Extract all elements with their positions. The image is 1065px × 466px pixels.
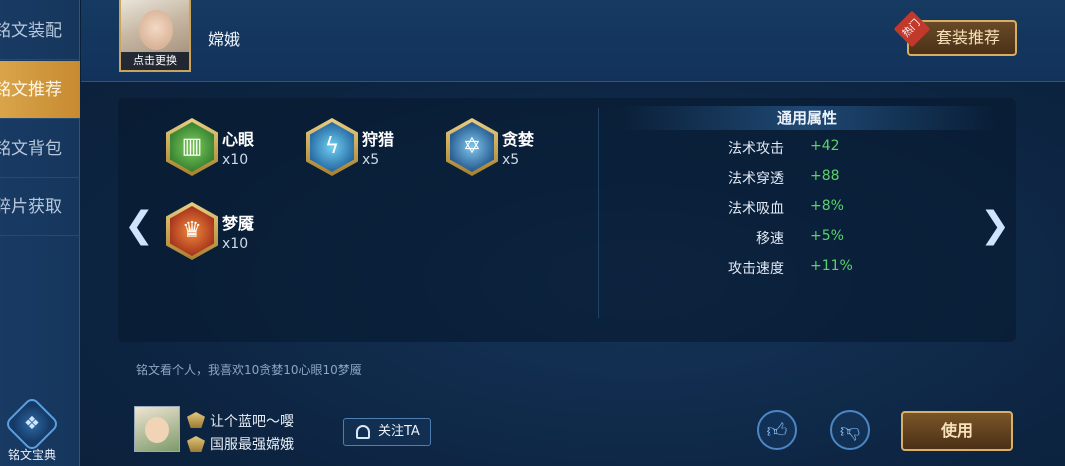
panel-divider bbox=[598, 108, 599, 318]
attribute-row: 攻击速度 +11% bbox=[618, 258, 996, 280]
attribute-key: 攻击速度 bbox=[728, 261, 784, 277]
attribute-row: 法术吸血 +8% bbox=[618, 198, 996, 220]
rune-name: 狩猎 bbox=[362, 130, 395, 149]
rune-name: 贪婪 bbox=[502, 130, 535, 149]
rank-badge-icon bbox=[187, 412, 205, 428]
change-hero-caption: 点击更换 bbox=[121, 52, 189, 70]
hero-portrait-button[interactable]: 点击更换 bbox=[119, 0, 191, 72]
title-badge-icon bbox=[187, 436, 205, 452]
thumbs-up-icon: 👍︎ bbox=[766, 418, 788, 442]
rune-count: x10 bbox=[222, 152, 249, 168]
attributes-title: 通用属性 bbox=[618, 106, 996, 130]
rune-codex-button[interactable]: ❖ 铭文宝典 bbox=[0, 395, 64, 466]
user-icon bbox=[356, 425, 370, 439]
header: 点击更换 嫦娥 套装推荐 热门 bbox=[81, 0, 1065, 82]
prev-arrow-icon[interactable]: ❮ bbox=[124, 206, 154, 246]
hero-avatar bbox=[139, 10, 173, 50]
heart-eye-rune-icon: ▥ bbox=[166, 118, 218, 176]
sidebar-item-rune-bag[interactable]: 铭文背包 bbox=[0, 120, 80, 178]
follow-button[interactable]: 关注TA bbox=[343, 418, 431, 446]
attribute-value: +8% bbox=[810, 198, 844, 214]
attribute-row: 法术攻击 +42 bbox=[618, 138, 996, 160]
attribute-key: 法术吸血 bbox=[728, 201, 784, 217]
rune-item[interactable]: ϟ 狩猎 x5 bbox=[306, 118, 446, 180]
attribute-key: 移速 bbox=[756, 231, 784, 247]
nightmare-rune-icon: ♛ bbox=[166, 202, 218, 260]
like-button[interactable]: 👍︎ bbox=[757, 410, 797, 450]
rune-count: x5 bbox=[362, 152, 380, 168]
dislike-button[interactable]: 👎︎ bbox=[830, 410, 870, 450]
attribute-value: +88 bbox=[810, 168, 840, 184]
attribute-row: 法术穿透 +88 bbox=[618, 168, 996, 190]
rune-count: x5 bbox=[502, 152, 520, 168]
hero-name: 嫦娥 bbox=[208, 30, 241, 49]
recommendation-comment: 铭文看个人，我喜欢10贪婪10心眼10梦魇 bbox=[136, 363, 362, 377]
rune-item[interactable]: ▥ 心眼 x10 bbox=[166, 118, 306, 180]
attribute-key: 法术穿透 bbox=[728, 171, 784, 187]
rune-item[interactable]: ♛ 梦魇 x10 bbox=[166, 202, 306, 264]
greed-rune-icon: ✡ bbox=[446, 118, 498, 176]
rune-name: 心眼 bbox=[222, 130, 255, 149]
rune-item[interactable]: ✡ 贪婪 x5 bbox=[446, 118, 586, 180]
hunt-rune-icon: ϟ bbox=[306, 118, 358, 176]
attribute-key: 法术攻击 bbox=[728, 141, 784, 157]
author-avatar[interactable] bbox=[134, 406, 180, 452]
sidebar: 铭文装配 铭文推荐 铭文背包 碎片获取 ❖ 铭文宝典 bbox=[0, 0, 80, 466]
codex-book-icon: ❖ bbox=[3, 395, 61, 453]
author-name: 让个蓝吧～嘤 bbox=[210, 414, 294, 430]
rune-name: 梦魇 bbox=[222, 214, 255, 233]
rune-count: x10 bbox=[222, 236, 249, 252]
use-button[interactable]: 使用 bbox=[901, 411, 1013, 451]
thumbs-down-icon: 👎︎ bbox=[839, 418, 861, 442]
attribute-value: +11% bbox=[810, 258, 853, 274]
sidebar-item-rune-recommend[interactable]: 铭文推荐 bbox=[0, 61, 80, 119]
attribute-value: +5% bbox=[810, 228, 844, 244]
rune-panel: ▥ 心眼 x10 ϟ 狩猎 x5 ✡ 贪婪 x5 ♛ 梦魇 x10 通用属性 法… bbox=[118, 98, 1016, 342]
sidebar-item-fragment-obtain[interactable]: 碎片获取 bbox=[0, 178, 80, 236]
author-title: 国服最强嫦娥 bbox=[210, 437, 294, 453]
attribute-row: 移速 +5% bbox=[618, 228, 996, 250]
sidebar-item-rune-assembly[interactable]: 铭文装配 bbox=[0, 2, 80, 60]
attribute-value: +42 bbox=[810, 138, 840, 154]
follow-label: 关注TA bbox=[378, 424, 420, 439]
author-face bbox=[145, 417, 169, 443]
next-arrow-icon[interactable]: ❯ bbox=[980, 206, 1010, 246]
